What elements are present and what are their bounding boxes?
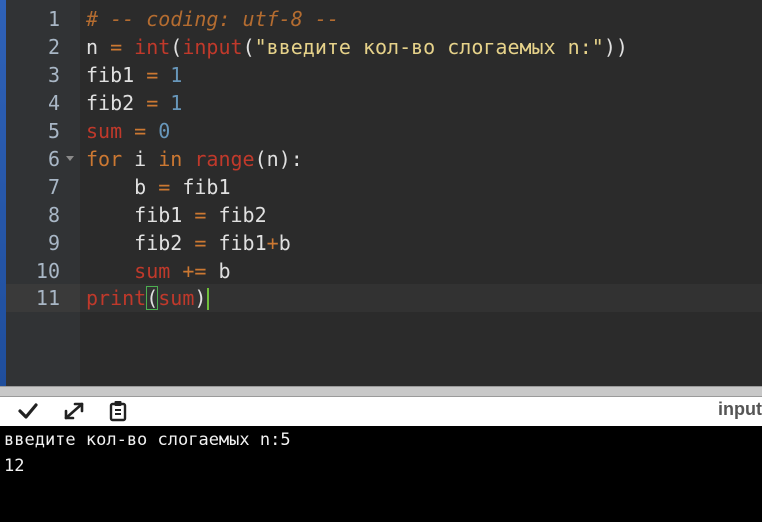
line-number: 10	[35, 259, 60, 283]
token-variable: b	[278, 231, 291, 255]
line-number: 9	[47, 231, 60, 255]
code-line[interactable]: 6 for i in range(n):	[6, 145, 762, 173]
token-variable: i	[122, 147, 159, 171]
token-operator: =	[182, 231, 219, 255]
token-builtin: sum	[134, 259, 171, 283]
line-number: 5	[47, 119, 60, 143]
token-operator: =	[98, 35, 135, 59]
token-builtin: print	[86, 286, 147, 310]
token-paren: ))	[603, 35, 628, 59]
token-paren: (	[242, 35, 255, 59]
console-toolbar: input	[0, 397, 762, 426]
token-keyword: for	[86, 147, 123, 171]
line-number: 11	[35, 286, 60, 310]
code-text: fib1 = 1	[86, 64, 182, 86]
line-number: 4	[47, 91, 60, 115]
console-output[interactable]: введите кол-во слогаемых n:5 12	[0, 426, 762, 522]
code-line[interactable]: 9 fib2 = fib1+b	[6, 229, 762, 257]
token-variable: fib2	[86, 91, 135, 115]
token-builtin: sum	[158, 286, 195, 310]
expand-button[interactable]	[60, 399, 88, 423]
text-cursor	[207, 288, 210, 310]
token-variable: fib2	[134, 231, 183, 255]
clipboard-icon	[109, 401, 127, 422]
token-operator: =	[146, 175, 183, 199]
screen: 1 # -- coding: utf-8 -- 2 n = int(input(…	[0, 0, 762, 522]
code-comment: # -- coding: utf-8 --	[86, 7, 339, 31]
token-operator: =	[134, 63, 171, 87]
token-string: "введите кол-во слогаемых n:"	[254, 35, 604, 59]
clipboard-button[interactable]	[104, 399, 132, 423]
token-variable: fib1	[218, 231, 267, 255]
code-line[interactable]: 10 sum += b	[6, 257, 762, 285]
token-builtin: sum	[86, 119, 123, 143]
line-number: 1	[47, 7, 60, 31]
pane-divider[interactable]	[0, 386, 762, 397]
run-button[interactable]	[14, 399, 42, 423]
code-editor[interactable]: 1 # -- coding: utf-8 -- 2 n = int(input(…	[6, 0, 762, 386]
line-number: 7	[47, 175, 60, 199]
code-line[interactable]: 5 sum = 0	[6, 117, 762, 145]
token-operator: =	[134, 91, 171, 115]
input-tab-label[interactable]: input	[718, 399, 762, 420]
code-text: sum += b	[86, 259, 231, 283]
code-text: fib2 = fib1+b	[86, 232, 291, 254]
code-text: fib1 = fib2	[86, 203, 267, 227]
token-builtin: range	[194, 147, 255, 171]
token-builtin: int	[134, 35, 171, 59]
code-text: b = fib1	[86, 175, 231, 199]
token-variable: fib1	[134, 203, 183, 227]
token-builtin: input	[182, 35, 243, 59]
expand-arrows-icon	[64, 402, 84, 420]
code-line[interactable]: 1 # -- coding: utf-8 --	[6, 5, 762, 33]
token-operator: +	[266, 231, 279, 255]
line-number: 3	[47, 63, 60, 87]
code-line[interactable]: 2 n = int(input("введите кол-во слогаемы…	[6, 33, 762, 61]
token-paren-matched: (	[146, 286, 159, 310]
token-variable: fib1	[86, 63, 135, 87]
checkmark-icon	[18, 403, 38, 419]
token-operator: +=	[170, 259, 219, 283]
line-number: 8	[47, 203, 60, 227]
console-line: 12	[4, 456, 25, 476]
console-line: введите кол-во слогаемых n:5	[4, 430, 291, 450]
token-variable: fib1	[182, 175, 231, 199]
code-text: print(sum)	[86, 286, 210, 310]
fold-arrow-icon[interactable]	[66, 156, 74, 161]
code-text: for i in range(n):	[86, 148, 303, 170]
token-variable: b	[134, 175, 147, 199]
line-number: 2	[47, 35, 60, 59]
token-keyword: in	[158, 147, 183, 171]
code-text: sum = 0	[86, 120, 170, 142]
code-text: fib2 = 1	[86, 92, 182, 114]
code-text: n = int(input("введите кол-во слогаемых …	[86, 36, 628, 58]
code-line[interactable]: 8 fib1 = fib2	[6, 201, 762, 229]
code-line[interactable]: 4 fib2 = 1	[6, 89, 762, 117]
line-number: 6	[47, 147, 60, 171]
token-number: 0	[158, 119, 171, 143]
token-variable: fib2	[218, 203, 267, 227]
token-paren: (	[170, 35, 183, 59]
token-paren: (n):	[254, 147, 303, 171]
code-line[interactable]: 7 b = fib1	[6, 173, 762, 201]
code-line[interactable]: 3 fib1 = 1	[6, 61, 762, 89]
token-paren: )	[194, 286, 207, 310]
token-variable: n	[86, 35, 99, 59]
token-variable: b	[218, 259, 231, 283]
token-number: 1	[170, 91, 183, 115]
code-line-active[interactable]: 11 print(sum)	[6, 284, 762, 312]
token-operator: =	[122, 119, 159, 143]
token-number: 1	[170, 63, 183, 87]
token-operator: =	[182, 203, 219, 227]
